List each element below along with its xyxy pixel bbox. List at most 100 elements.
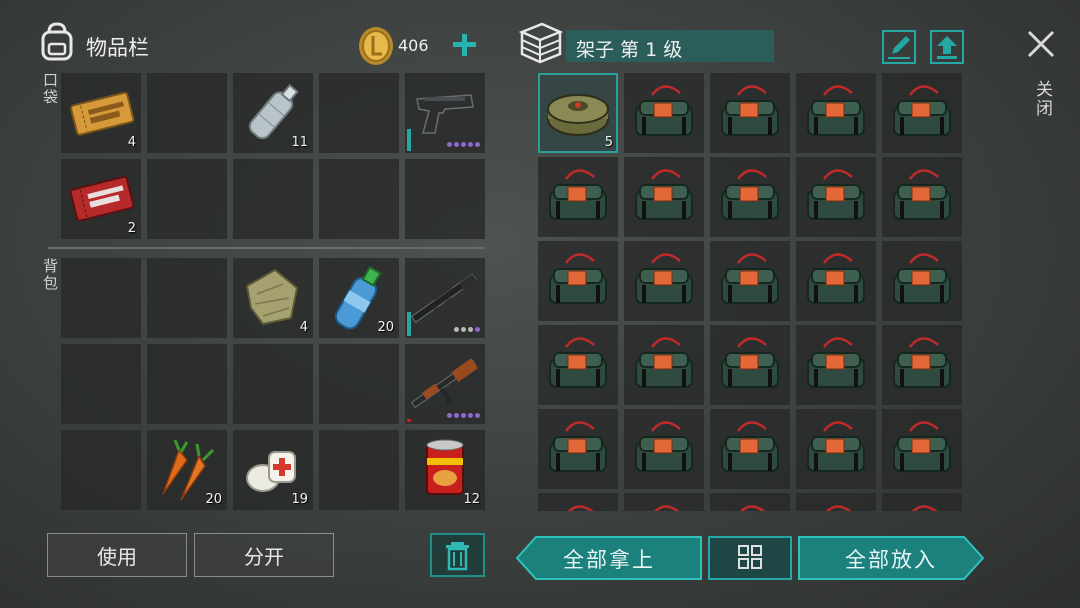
pocket-slot-pistol[interactable] [405,73,485,153]
storage-slot-c4[interactable] [882,409,962,489]
backpack-slot-carrot[interactable]: 20 [147,430,227,510]
storage-slot-c4[interactable] [538,157,618,237]
c4-explosive-icon [549,421,607,472]
sort-button[interactable] [708,536,792,580]
backpack-slot-water[interactable]: 20 [319,258,399,338]
backpack-slot-cloth[interactable]: 4 [233,258,313,338]
close-button[interactable] [1025,28,1057,60]
pocket-slot-empty[interactable] [233,159,313,239]
item-quantity: 20 [205,492,222,507]
pocket-slot-coupon-combat[interactable]: 2 [61,159,141,239]
backpack-slot-empty[interactable] [319,430,399,510]
storage-slot-c4[interactable] [710,241,790,321]
storage-slot-c4[interactable] [538,493,618,511]
storage-grid: 5 [536,71,966,511]
c4-explosive-icon [807,337,865,388]
backpack-slot-rifle-m16[interactable] [405,258,485,338]
c4-explosive-icon [807,85,865,136]
close-label: 关闭 [1032,80,1052,118]
rename-button[interactable] [882,30,916,64]
storage-slot-c4[interactable] [882,325,962,405]
split-button[interactable]: 分开 [194,533,334,577]
upgrade-button[interactable] [930,30,964,64]
storage-slot-c4[interactable] [538,409,618,489]
backpack-slot-empty[interactable] [61,258,141,338]
pocket-slot-empty[interactable] [147,159,227,239]
storage-slot-c4[interactable] [710,157,790,237]
c4-explosive-icon [721,85,779,136]
storage-title: 架子 第 1 级 [576,39,683,61]
item-quantity: 5 [604,135,613,150]
trash-button[interactable] [430,533,485,577]
inventory-title: 物品栏 [86,36,149,60]
storage-slot-landmine[interactable]: 5 [538,73,618,153]
c4-explosive-icon [635,85,693,136]
pocket-slot-coupon-survival[interactable]: 4 [61,73,141,153]
coin-icon [357,26,395,66]
coin-count: 406 [398,36,429,55]
c4-explosive-icon [893,337,951,388]
storage-slot-c4[interactable] [796,73,876,153]
close-icon [1027,30,1055,58]
item-quantity: 4 [299,320,308,335]
c4-explosive-icon [721,253,779,304]
pocket-slot-empty[interactable] [319,73,399,153]
storage-slot-c4[interactable] [796,325,876,405]
storage-slot-c4[interactable] [882,157,962,237]
c4-explosive-icon [653,505,680,511]
storage-slot-c4[interactable] [624,73,704,153]
storage-slot-c4[interactable] [882,73,962,153]
item-quantity: 4 [127,135,136,150]
backpack-label: 背包 [41,258,59,292]
c4-explosive-icon [807,421,865,472]
c4-explosive-icon [911,505,938,511]
item-quantity: 2 [127,221,136,236]
storage-slot-c4[interactable] [538,241,618,321]
backpack-slot-empty[interactable] [61,344,141,424]
storage-slot-c4[interactable] [796,241,876,321]
storage-slot-c4[interactable] [624,157,704,237]
take-all-button[interactable]: 全部拿上 [516,536,702,580]
storage-slot-c4[interactable] [796,493,876,511]
storage-slot-c4[interactable] [882,493,962,511]
storage-slot-c4[interactable] [796,157,876,237]
storage-slot-c4[interactable] [624,493,704,511]
upload-icon [937,36,957,59]
backpack-slot-empty[interactable] [61,430,141,510]
pocket-slot-empty[interactable] [147,73,227,153]
c4-explosive-icon [807,253,865,304]
backpack-slot-empty[interactable] [147,344,227,424]
backpack-slot-bandage[interactable]: 19 [233,430,313,510]
storage-slot-c4[interactable] [710,409,790,489]
c4-explosive-icon [893,85,951,136]
backpack-slot-empty[interactable] [319,344,399,424]
pocket-slot-empty[interactable] [405,159,485,239]
add-coins-button[interactable] [448,28,482,62]
backpack-slot-rifle-ak[interactable] [405,344,485,424]
storage-slot-c4[interactable] [624,409,704,489]
storage-slot-c4[interactable] [538,325,618,405]
storage-slot-c4[interactable] [710,73,790,153]
backpack-slot-empty[interactable] [233,344,313,424]
put-all-button[interactable]: 全部放入 [798,536,984,580]
storage-slot-c4[interactable] [624,241,704,321]
backpack-slot-canned-food[interactable]: 12 [405,430,485,510]
item-quantity: 11 [291,135,308,150]
pocket-slot-water-bottle[interactable]: 11 [233,73,313,153]
use-button[interactable]: 使用 [47,533,187,577]
assault-rifle-icon [410,273,480,323]
storage-slot-c4[interactable] [796,409,876,489]
c4-explosive-icon [635,169,693,220]
c4-explosive-icon [567,505,594,511]
storage-slot-c4[interactable] [882,241,962,321]
storage-slot-c4[interactable] [710,493,790,511]
storage-slot-c4[interactable] [710,325,790,405]
backpack-slot-empty[interactable] [147,258,227,338]
durability-bar [407,312,411,336]
c4-explosive-icon [635,421,693,472]
pocket-slot-empty[interactable] [319,159,399,239]
c4-explosive-icon [635,337,693,388]
c4-explosive-icon [893,421,951,472]
storage-slot-c4[interactable] [624,325,704,405]
pocket-label: 口袋 [41,72,59,106]
